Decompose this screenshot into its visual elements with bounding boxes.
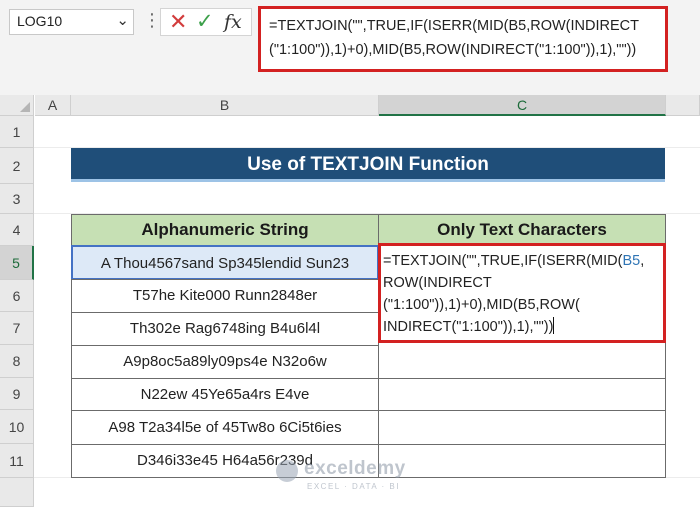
name-box-value: LOG10 — [17, 13, 63, 29]
edit-seg-1: =TEXTJOIN("",TRUE,IF(ISERR(MID( — [383, 253, 623, 269]
insert-function-icon[interactable]: fx — [224, 11, 242, 33]
chevron-down-icon[interactable]: ⌄ — [116, 11, 129, 29]
row-header-3[interactable]: 3 — [0, 184, 34, 214]
cancel-icon[interactable]: ✕ — [169, 11, 187, 33]
table-cell-c10[interactable] — [378, 410, 666, 445]
column-header-c[interactable]: C — [379, 95, 666, 116]
table-cell-c9[interactable] — [378, 378, 666, 411]
row-header-2[interactable]: 2 — [0, 148, 34, 184]
row-header-4[interactable]: 4 — [0, 214, 34, 246]
name-box[interactable]: LOG10 ⌄ — [9, 9, 134, 35]
row-header-blank[interactable] — [0, 478, 34, 507]
formula-input[interactable]: =TEXTJOIN("",TRUE,IF(ISERR(MID(B5,ROW(IN… — [258, 6, 668, 72]
edit-seg-4: ("1:100")),1)+0),MID(B5,ROW( — [383, 297, 580, 313]
column-header-blank[interactable] — [666, 95, 700, 116]
table-header-text-only[interactable]: Only Text Characters — [378, 214, 666, 246]
enter-icon[interactable]: ✓ — [196, 11, 214, 32]
table-cell-c8[interactable] — [378, 342, 666, 379]
row-header-7[interactable]: 7 — [0, 312, 34, 345]
table-cell-b9[interactable]: N22ew 45Ye65a4rs E4ve — [71, 378, 379, 411]
edit-seg-5: INDIRECT("1:100")),1),"")) — [383, 319, 554, 335]
column-header-a[interactable]: A — [35, 95, 71, 116]
row-header-8[interactable]: 8 — [0, 345, 34, 378]
formula-line-1: =TEXTJOIN("",TRUE,IF(ISERR(MID(B5,ROW(IN… — [269, 18, 639, 34]
table-cell-b5[interactable]: A Thou4567sand Sp345lendid Sun23 — [71, 245, 379, 280]
formula-line-2: ("1:100")),1)+0),MID(B5,ROW(INDIRECT("1:… — [269, 42, 637, 58]
edit-seg-3: ROW(INDIRECT — [383, 275, 492, 291]
exceldemy-logo-icon — [276, 460, 298, 482]
edit-ref-b5: B5 — [622, 253, 641, 269]
more-options-icon[interactable]: ⋮ — [143, 10, 161, 30]
table-cell-b8[interactable]: A9p8oc5a89ly09ps4e N32o6w — [71, 345, 379, 379]
watermark-tagline: EXCEL · DATA · BI — [307, 482, 400, 491]
formula-buttons: ✕ ✓ fx — [160, 8, 252, 36]
watermark-name: exceldemy — [304, 458, 406, 479]
table-cell-b6[interactable]: T57he Kite000 Runn2848er — [71, 279, 379, 313]
row-header-10[interactable]: 10 — [0, 410, 34, 444]
cell-c5-editor[interactable]: =TEXTJOIN("",TRUE,IF(ISERR(MID(B5, ROW(IN… — [378, 243, 666, 343]
table-header-alphanumeric[interactable]: Alphanumeric String — [71, 214, 379, 246]
text-cursor — [553, 317, 555, 334]
exceldemy-watermark: exceldemy EXCEL · DATA · BI — [276, 458, 446, 498]
row-header-9[interactable]: 9 — [0, 378, 34, 410]
column-header-b[interactable]: B — [71, 95, 379, 116]
row-header-1[interactable]: 1 — [0, 116, 34, 148]
edit-seg-2: , — [640, 253, 645, 269]
row-header-6[interactable]: 6 — [0, 280, 34, 312]
select-all-corner[interactable] — [0, 95, 34, 116]
page-title: Use of TEXTJOIN Function — [71, 148, 665, 182]
table-cell-b7[interactable]: Th302e Rag6748ing B4u6l4l — [71, 312, 379, 346]
table-cell-b10[interactable]: A98 T2a34l5e of 45Tw8o 6Ci5t6ies — [71, 410, 379, 445]
row-header-5[interactable]: 5 — [0, 246, 34, 280]
row-header-11[interactable]: 11 — [0, 444, 34, 478]
